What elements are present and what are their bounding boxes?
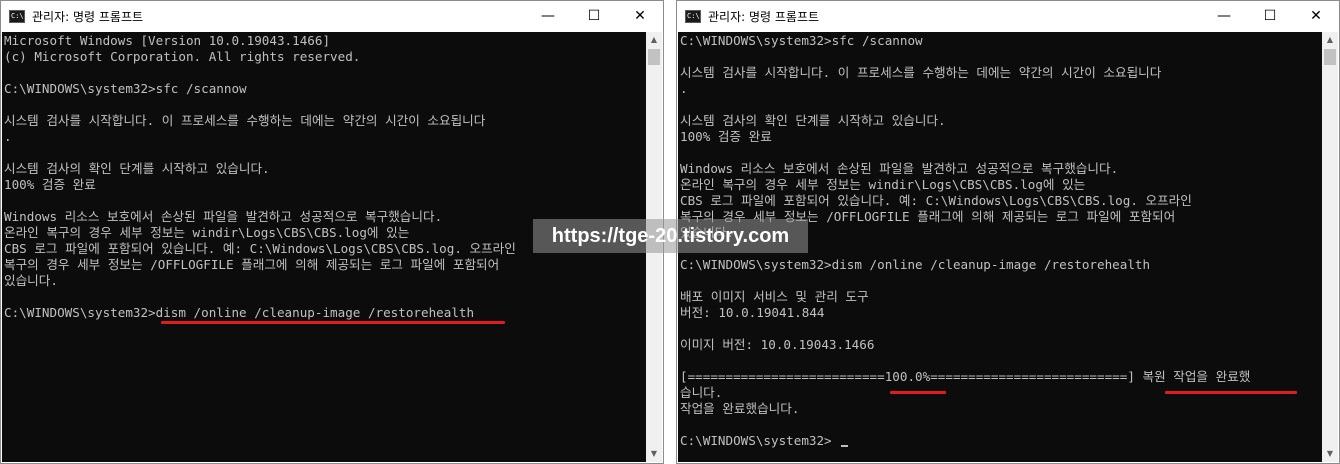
console-line: . [4,129,12,144]
console-line: 이미지 버전: 10.0.19043.1466 [680,337,875,352]
scroll-down-arrow-icon[interactable]: ▼ [646,446,662,462]
maximize-button[interactable]: ☐ [571,1,617,32]
console-line: C:\WINDOWS\system32>dism /online /cleanu… [680,257,1151,272]
right-title-bar[interactable]: C:\ 관리자: 명령 프롬프트 — ☐ ✕ [677,1,1339,32]
left-dism-command-underline [161,321,505,324]
right-scrollbar[interactable]: ▲ ▼ [1322,32,1338,462]
console-line: 배포 이미지 서비스 및 관리 도구 [680,289,869,304]
console-line: 시스템 검사의 확인 단계를 시작하고 있습니다. [680,113,946,128]
console-line: 온라인 복구의 경우 세부 정보는 windir\Logs\CBS\CBS.lo… [680,177,1086,192]
console-cursor [841,445,848,447]
scroll-up-arrow-icon[interactable]: ▲ [646,32,662,48]
close-button[interactable]: ✕ [617,1,663,32]
scroll-thumb[interactable] [648,49,660,65]
cmd-app-icon: C:\ [9,10,25,23]
console-line: (c) Microsoft Corporation. All rights re… [4,49,361,64]
maximize-button[interactable]: ☐ [1247,1,1293,32]
console-line: Microsoft Windows [Version 10.0.19043.14… [4,33,331,48]
console-line: 작업을 완료했습니다. [680,401,800,416]
console-line: CBS 로그 파일에 포함되어 있습니다. 예: C:\Windows\Logs… [4,241,516,256]
console-line: 습니다. [680,385,723,400]
progress-percent-underline [890,391,946,394]
console-line: 온라인 복구의 경우 세부 정보는 windir\Logs\CBS\CBS.lo… [4,225,410,240]
restore-complete-underline [1165,391,1297,394]
console-line: 시스템 검사를 시작합니다. 이 프로세스를 수행하는 데에는 약간의 시간이 … [4,113,486,128]
cmd-app-icon: C:\ [685,10,701,23]
console-line: 100% 검증 완료 [4,177,96,192]
right-window-title: 관리자: 명령 프롬프트 [708,10,820,24]
console-line: Windows 리소스 보호에서 손상된 파일을 발견하고 성공적으로 복구했습… [4,209,443,224]
console-line: 있습니다. [4,273,58,288]
console-line: 시스템 검사를 시작합니다. 이 프로세스를 수행하는 데에는 약간의 시간이 … [680,65,1162,80]
console-line: 시스템 검사의 확인 단계를 시작하고 있습니다. [4,161,270,176]
scroll-up-arrow-icon[interactable]: ▲ [1322,32,1338,48]
minimize-button[interactable]: — [1201,1,1247,32]
console-line: Windows 리소스 보호에서 손상된 파일을 발견하고 성공적으로 복구했습… [680,161,1119,176]
console-line: 100% 검증 완료 [680,129,772,144]
console-line: . [680,81,688,96]
scroll-thumb[interactable] [1324,49,1336,65]
minimize-button[interactable]: — [525,1,571,32]
console-line: C:\WINDOWS\system32>dism /online /cleanu… [4,305,475,320]
left-window-title: 관리자: 명령 프롬프트 [32,10,144,24]
console-line: 버전: 10.0.19041.844 [680,305,825,320]
console-line: C:\WINDOWS\system32> [680,433,832,448]
console-line: 복구의 경우 세부 정보는 /OFFLOGFILE 플래그에 의해 제공되는 로… [4,257,500,272]
console-line: [==========================100.0%=======… [680,369,1251,384]
console-line: CBS 로그 파일에 포함되어 있습니다. 예: C:\Windows\Logs… [680,193,1192,208]
watermark-url: https://tge-20.tistory.com [533,219,808,253]
scroll-down-arrow-icon[interactable]: ▼ [1322,446,1338,462]
console-line: C:\WINDOWS\system32>sfc /scannow [680,33,923,48]
close-button[interactable]: ✕ [1293,1,1339,32]
left-title-bar[interactable]: C:\ 관리자: 명령 프롬프트 — ☐ ✕ [1,1,663,32]
console-line: C:\WINDOWS\system32>sfc /scannow [4,81,247,96]
